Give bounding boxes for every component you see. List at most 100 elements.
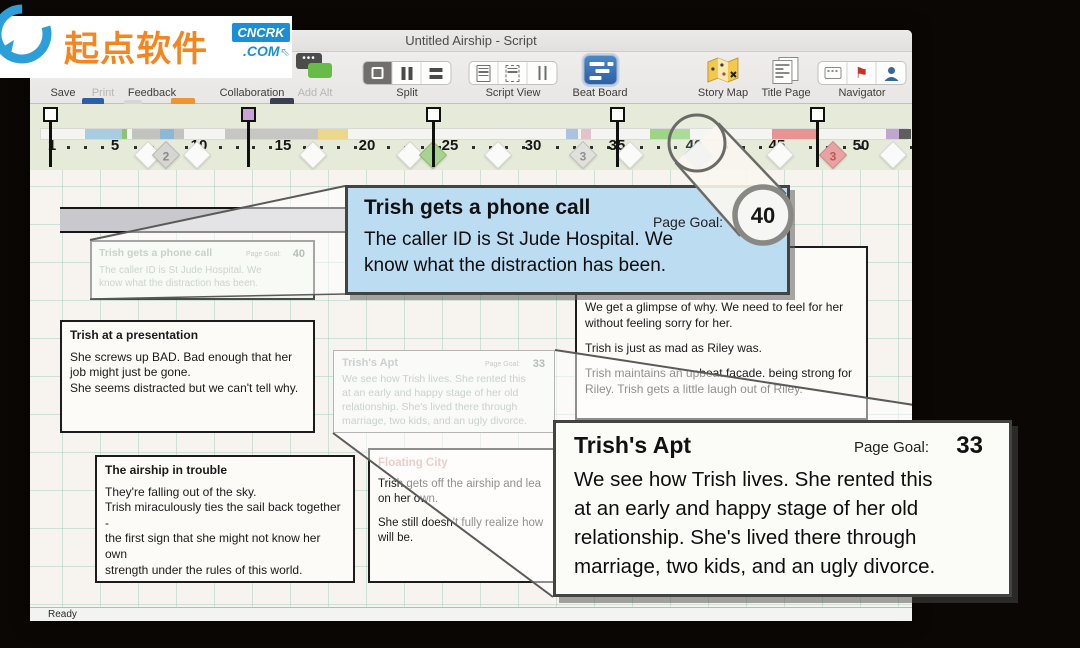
beat-board-label: Beat Board	[572, 87, 627, 99]
page-goal-value: 33	[533, 357, 545, 371]
text-line	[585, 331, 858, 341]
add-alt-label: Add Alt	[298, 87, 333, 99]
timeline-marker-flag[interactable]	[426, 107, 441, 122]
text-line: at an early and happy stage of her old	[342, 387, 546, 401]
page-goal-label: Page Goal:	[854, 439, 929, 456]
add-alt-button[interactable]: ••• Add Alt	[296, 52, 334, 104]
timeline-color-segment	[899, 129, 911, 139]
ruler-tick	[236, 146, 239, 149]
dual-dialogue-icon[interactable]	[528, 62, 557, 84]
ruler-tick	[252, 146, 255, 149]
page-goal-label: Page Goal:	[653, 214, 723, 230]
card-title: The airship in trouble	[105, 463, 345, 479]
beat-diamond-count: 2	[156, 146, 176, 166]
story-map-button[interactable]: Story Map	[698, 52, 748, 104]
timeline-color-segment	[886, 129, 899, 139]
card-body: She screws up BAD. Bad enough that herjo…	[70, 350, 305, 397]
split-horizontal-icon[interactable]	[422, 62, 451, 84]
page-goal-value: 40	[293, 247, 305, 261]
callout-body: The caller ID is St Jude Hospital. Wekno…	[364, 227, 771, 279]
ruler-tick	[67, 146, 70, 149]
card-title: Trish at a presentation	[70, 328, 305, 344]
title-page-label: Title Page	[761, 87, 810, 99]
beat-diamond-count: 3	[823, 146, 843, 166]
ruler-tick	[354, 146, 357, 149]
text-line: relationship. She's lived there through	[574, 523, 991, 552]
text-line: marriage, two kids, and an ugly divorce.	[574, 552, 991, 581]
callout-body: We see how Trish lives. She rented thisa…	[574, 465, 991, 581]
timeline-ruler[interactable]: 15101520253035404550 233	[30, 104, 912, 170]
card-body: We get a glimpse of why. We need to feel…	[585, 300, 858, 397]
split-control[interactable]: Split	[363, 52, 452, 104]
ruler-tick	[725, 146, 728, 149]
script-view-label: Script View	[486, 87, 541, 99]
ruler-number: 20	[359, 137, 376, 154]
text-line: She still doesn't fully realize how	[378, 516, 560, 531]
timeline-color-segment	[225, 129, 320, 139]
collaboration-label: Collaboration	[220, 87, 285, 99]
callout-title: Trish gets a phone call	[364, 196, 590, 219]
timeline-marker-flag[interactable]	[43, 107, 58, 122]
beat-card-trish-apt[interactable]: Trish's Apt Page Goal: 33 We see how Tri…	[333, 350, 555, 433]
card-body: They're falling out of the sky.Trish mir…	[105, 485, 345, 579]
status-bar: Ready	[30, 607, 912, 621]
script-page-view-icon[interactable]	[470, 62, 499, 84]
timeline-marker-flag[interactable]	[810, 107, 825, 122]
beat-card-airship-trouble[interactable]: The airship in trouble They're falling o…	[95, 455, 355, 583]
magnified-card-trish-apt: Trish's Apt Page Goal: 33 We see how Tri…	[553, 420, 1012, 597]
text-line: will be.	[378, 531, 560, 546]
chat-bubbles-icon: •••	[296, 53, 334, 85]
beat-card-floating-city[interactable]: Floating City Trish gets off the airship…	[368, 448, 570, 583]
story-map-icon	[705, 55, 741, 85]
script-scroll-view-icon[interactable]	[499, 62, 528, 84]
timeline-marker-stem	[816, 121, 819, 167]
beat-diamond[interactable]: 2	[152, 141, 180, 169]
timeline-color-segment	[160, 129, 174, 139]
watermark-brand-text: 起点软件	[64, 21, 208, 72]
text-line: know what the distraction has been.	[364, 253, 771, 279]
ruler-tick	[219, 146, 222, 149]
ruler-tick	[84, 146, 87, 149]
title-page-icon	[773, 57, 800, 85]
watermark-badge: CNCRK	[232, 23, 290, 42]
timeline-marker-stem	[616, 121, 619, 167]
text-line: They're falling out of the sky.	[105, 485, 345, 501]
magnified-card-phone-call: Trish gets a phone call Page Goal: The c…	[345, 185, 790, 295]
timeline-marker-flag[interactable]	[610, 107, 625, 122]
text-line: We get a glimpse of why. We need to feel…	[585, 300, 858, 316]
text-line: the first sign that she might not know h…	[105, 531, 345, 562]
scene-board-icon[interactable]	[819, 62, 848, 84]
story-map-label: Story Map	[698, 87, 748, 99]
text-line	[378, 507, 560, 516]
external-link-arrow-icon: ⇖	[280, 45, 290, 59]
beat-diamond[interactable]	[879, 141, 907, 169]
ruler-tick	[759, 146, 762, 149]
ruler-tick	[742, 146, 745, 149]
beat-card-presentation[interactable]: Trish at a presentation She screws up BA…	[60, 320, 315, 433]
ruler-tick	[657, 146, 660, 149]
timeline-color-segment	[581, 129, 591, 139]
split-none-icon[interactable]	[364, 62, 393, 84]
timeline-marker-stem	[49, 121, 52, 167]
page-goal-value: 33	[956, 432, 983, 460]
watermark-domain: .COM	[243, 43, 280, 59]
ruler-tick	[640, 146, 643, 149]
ruler-tick	[809, 146, 812, 149]
text-line: Riley. Trish gets a little laugh out of …	[585, 382, 858, 398]
title-page-button[interactable]: Title Page	[761, 52, 810, 104]
beat-diamond-count: 3	[573, 146, 593, 166]
split-vertical-icon[interactable]	[393, 62, 422, 84]
card-body: We see how Trish lives. She rented thisa…	[342, 373, 546, 428]
character-icon[interactable]	[877, 62, 906, 84]
text-line	[585, 356, 858, 366]
text-line: We see how Trish lives. She rented this	[342, 373, 546, 387]
beat-board-button[interactable]: Beat Board	[572, 52, 627, 104]
ruler-number: 15	[275, 137, 292, 154]
card-body: Trish gets off the airship and leaon her…	[378, 477, 560, 546]
beat-card-phone-call[interactable]: Trish gets a phone call Page Goal: 40 Th…	[90, 240, 315, 300]
navigator-control[interactable]: ⚑ Navigator	[818, 52, 907, 104]
script-view-control[interactable]: Script View	[469, 52, 558, 104]
flag-icon[interactable]: ⚑	[848, 62, 877, 84]
timeline-marker-flag[interactable]	[241, 107, 256, 122]
ruler-tick	[472, 146, 475, 149]
